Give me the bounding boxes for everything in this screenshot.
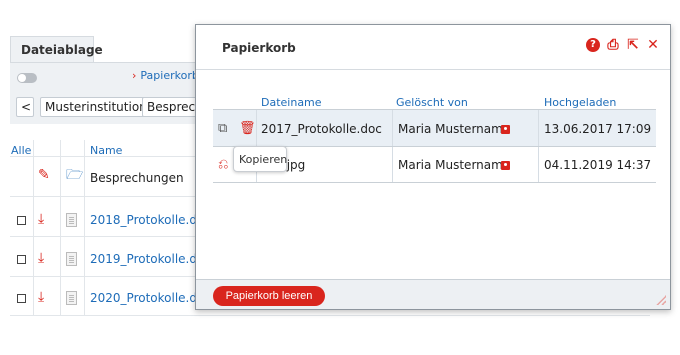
external-link-icon[interactable]: ⇱: [626, 38, 640, 52]
file-link[interactable]: 2018_Protokolle.doc: [90, 213, 211, 227]
document-icon: [66, 252, 77, 266]
trash-icon[interactable]: 🗑: [239, 122, 256, 135]
row-uploaded: 13.06.2017 17:09: [544, 122, 652, 136]
row-checkbox[interactable]: [17, 294, 26, 303]
breadcrumb-musterinstitution[interactable]: Musterinstitution: [40, 97, 152, 117]
edit-pencil-icon[interactable]: ✎: [38, 168, 50, 182]
dialog-title: Papierkorb: [222, 41, 296, 55]
person-icon[interactable]: [501, 125, 510, 134]
row-filename: 2017_Protokolle.doc: [261, 122, 382, 136]
file-link[interactable]: 2019_Protokolle.doc: [90, 252, 211, 266]
chevron-right-icon: ›: [132, 69, 137, 82]
person-icon[interactable]: [501, 161, 510, 170]
column-divider: [84, 140, 85, 315]
resize-grip-icon[interactable]: [656, 295, 666, 305]
papierkorb-dialog: Papierkorb ? ⎙ ⇱ ✕ Dateiname Gelöscht vo…: [195, 24, 671, 310]
download-icon[interactable]: ⤓: [38, 251, 44, 265]
restore-icon[interactable]: ⎌: [218, 158, 228, 171]
breadcrumb-besprechungen[interactable]: Besprechungen: [142, 97, 202, 117]
divider: [10, 315, 650, 316]
column-header-hochgeladen[interactable]: Hochgeladen: [544, 96, 616, 109]
row-deleted-by: Maria Mustername: [398, 122, 511, 136]
column-divider: [60, 140, 61, 315]
table-row-divider: [213, 182, 656, 183]
folder-open-icon[interactable]: 🗁: [66, 168, 83, 182]
papierkorb-link-label: Papierkorb: [140, 69, 199, 82]
column-divider: [33, 140, 34, 315]
download-icon[interactable]: ⤓: [38, 212, 44, 226]
file-link[interactable]: 2020_Protokolle.doc: [90, 291, 211, 305]
empty-trash-button[interactable]: Papierkorb leeren: [213, 286, 325, 306]
document-icon: [66, 291, 77, 305]
tab-dateiablage[interactable]: Dateiablage: [10, 36, 103, 62]
current-folder-label: Besprechungen: [90, 171, 184, 185]
row-deleted-by: Maria Mustername: [398, 158, 511, 172]
copy-icon[interactable]: ⧉: [218, 122, 227, 135]
dialog-header-divider: [196, 69, 670, 70]
papierkorb-link[interactable]: › Papierkorb: [132, 69, 199, 82]
column-header-geloescht-von[interactable]: Gelöscht von: [396, 96, 468, 109]
print-icon[interactable]: ⎙: [606, 38, 620, 52]
row-checkbox[interactable]: [17, 216, 26, 225]
dialog-footer: Papierkorb leeren: [196, 279, 670, 309]
dialog-header-actions: ? ⎙ ⇱ ✕: [586, 38, 660, 52]
copy-tooltip: Kopieren: [233, 146, 287, 172]
row-checkbox[interactable]: [17, 255, 26, 264]
column-header-dateiname[interactable]: Dateiname: [261, 96, 322, 109]
row-uploaded: 04.11.2019 14:37: [544, 158, 652, 172]
download-icon[interactable]: ⤓: [38, 290, 44, 304]
close-icon[interactable]: ✕: [646, 38, 660, 52]
help-icon[interactable]: ?: [586, 38, 600, 52]
view-toggle[interactable]: [17, 73, 37, 83]
document-icon: [66, 213, 77, 227]
nav-back-button[interactable]: <: [16, 97, 34, 117]
